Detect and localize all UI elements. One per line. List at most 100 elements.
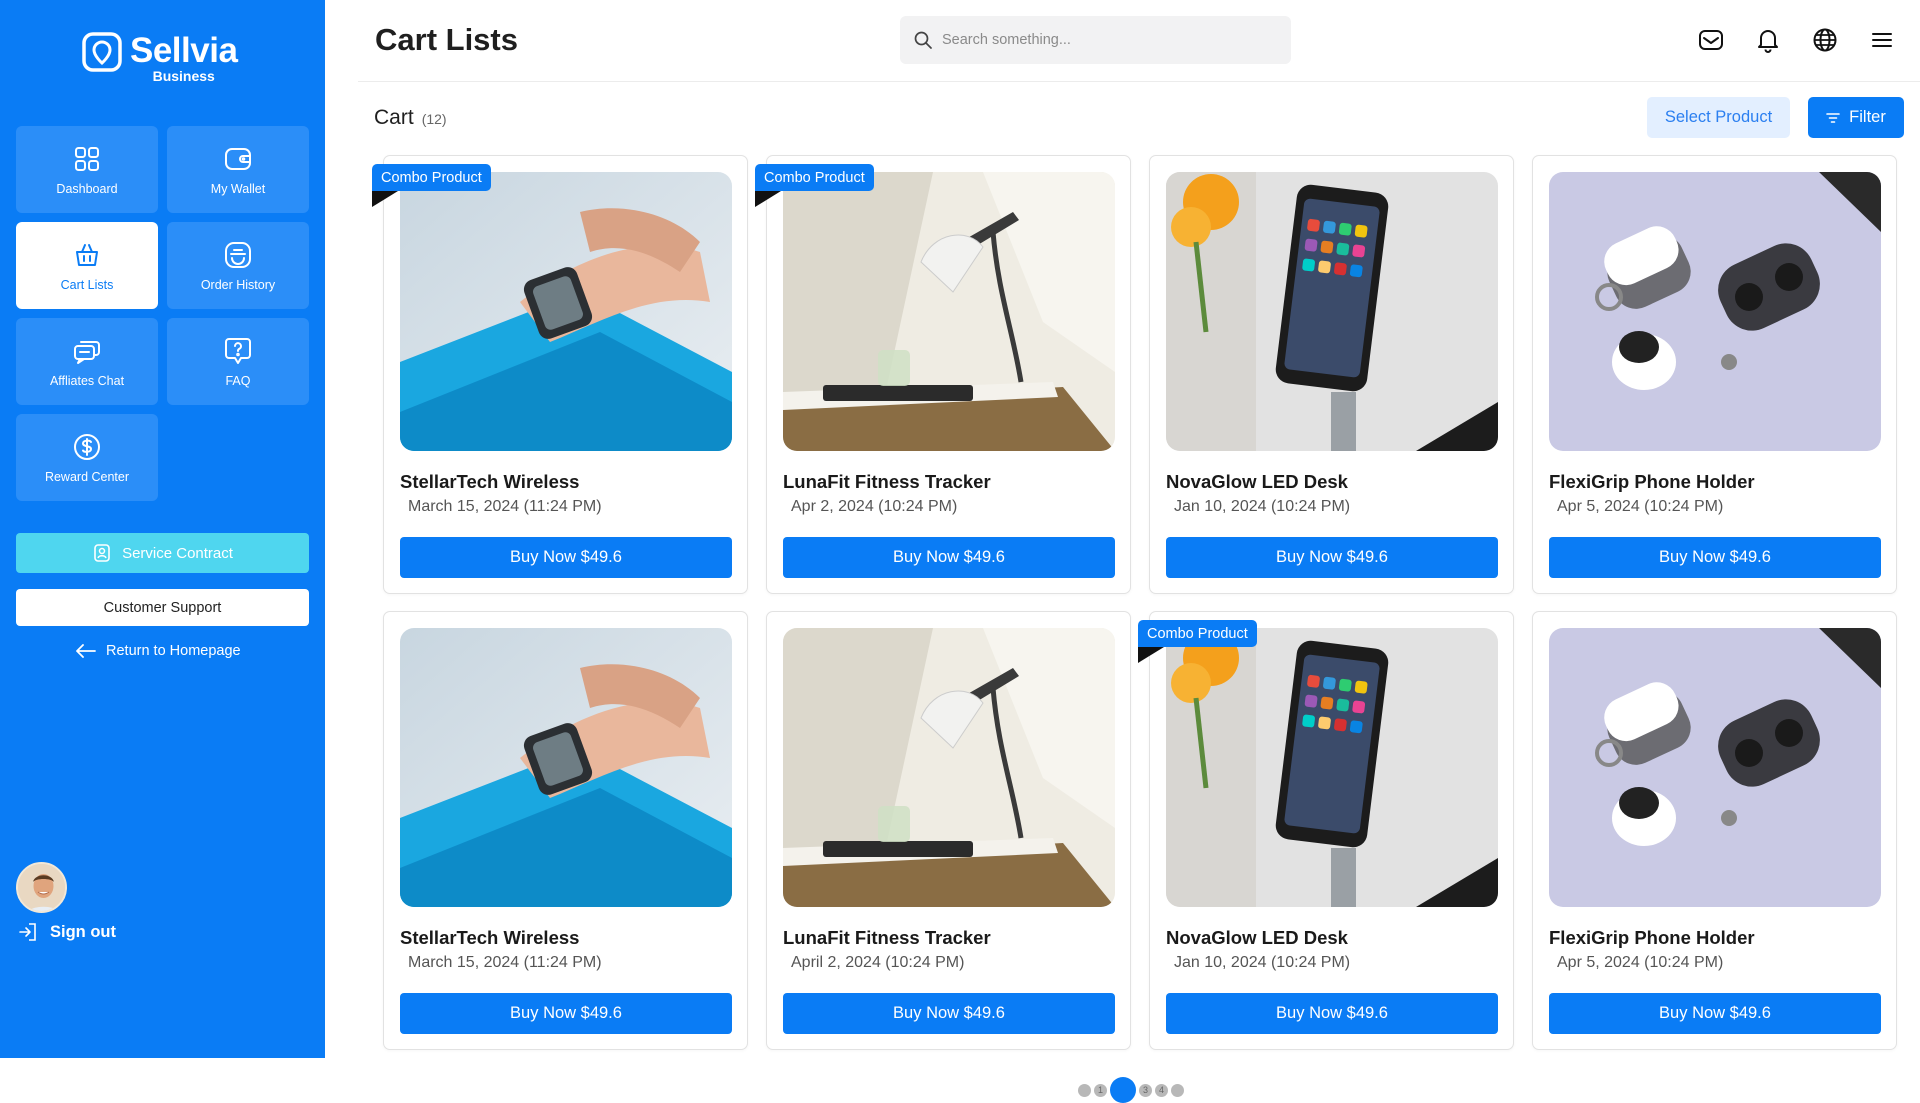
return-homepage-link[interactable]: Return to Homepage [76, 643, 241, 659]
sidebar-item-label: My Wallet [210, 181, 266, 196]
sign-out-label: Sign out [50, 922, 116, 941]
pagination: 1 34 [1078, 1077, 1184, 1103]
cart-section-title: Cart (12) [374, 106, 447, 130]
search-icon [914, 31, 932, 49]
product-card[interactable]: FlexiGrip Phone Holder Apr 5, 2024 (10:24… [1532, 611, 1897, 1050]
brand-name: Sellvia [130, 31, 238, 70]
product-photo [1166, 172, 1498, 451]
product-card[interactable]: LunaFit Fitness Tracker April 2, 2024 (10… [766, 611, 1131, 1050]
cart-count: (12) [421, 111, 447, 127]
sidebar-item-dashboard[interactable]: Dashboard [16, 126, 158, 213]
product-card[interactable]: Combo Product StellarTech Wireless March 1… [372, 155, 748, 594]
product-image[interactable] [400, 628, 732, 907]
product-date: Apr 2, 2024 (10:24 PM) [791, 498, 958, 515]
product-photo [783, 172, 1115, 451]
product-image[interactable] [1166, 628, 1498, 907]
product-name: NovaGlow LED Desk [1166, 927, 1348, 948]
avatar[interactable] [16, 862, 67, 913]
product-image[interactable] [783, 172, 1115, 451]
return-homepage-label: Return to Homepage [106, 643, 241, 659]
product-date: March 15, 2024 (11:24 PM) [408, 954, 602, 971]
buy-now-button[interactable]: Buy Now $49.6 [1166, 993, 1498, 1034]
product-name: FlexiGrip Phone Holder [1549, 927, 1755, 948]
brand-subtitle: Business [152, 68, 215, 84]
product-name: StellarTech Wireless [400, 927, 580, 948]
product-card[interactable]: Combo Product LunaFit Fitness Tracker Apr … [755, 155, 1131, 594]
page-3-button[interactable]: 3 [1139, 1083, 1152, 1097]
product-card[interactable]: Combo Product NovaGlow LED Desk Jan 10, 20… [1138, 611, 1514, 1050]
faq-icon [225, 337, 251, 364]
product-date: Jan 10, 2024 (10:24 PM) [1174, 498, 1351, 515]
product-card[interactable]: NovaGlow LED Desk Jan 10, 2024 (10:24 PM)… [1149, 155, 1514, 594]
combo-product-badge: Combo Product [372, 164, 491, 191]
buy-now-button[interactable]: Buy Now $49.6 [1549, 993, 1881, 1034]
select-product-button[interactable]: Select Product [1647, 97, 1790, 138]
page-dot[interactable] [1171, 1083, 1184, 1097]
buy-now-button[interactable]: Buy Now $49.6 [783, 537, 1115, 578]
product-image[interactable] [1166, 172, 1498, 451]
product-image[interactable] [783, 628, 1115, 907]
sidebar-item-label: FAQ [225, 373, 251, 388]
filter-icon [1826, 112, 1840, 123]
filter-button[interactable]: Filter [1808, 97, 1904, 138]
combo-product-badge: Combo Product [1138, 620, 1257, 647]
brand-logo[interactable]: Sellvia Business [82, 31, 238, 84]
product-name: LunaFit Fitness Tracker [783, 927, 991, 948]
product-date: Apr 5, 2024 (10:24 PM) [1557, 954, 1724, 971]
product-photo [1549, 628, 1881, 907]
customer-support-button[interactable]: Customer Support [16, 589, 309, 626]
search-input[interactable] [942, 32, 1272, 48]
product-image[interactable] [1549, 628, 1881, 907]
filter-label: Filter [1849, 108, 1886, 126]
sidebar-item-affliates-chat[interactable]: Affliates Chat [16, 318, 158, 405]
logo-icon [82, 32, 122, 72]
product-image[interactable] [1549, 172, 1881, 451]
sidebar-item-my-wallet[interactable]: My Wallet [167, 126, 309, 213]
search-bar[interactable] [900, 16, 1291, 64]
sidebar-item-reward-center[interactable]: Reward Center [16, 414, 158, 501]
buy-now-button[interactable]: Buy Now $49.6 [400, 537, 732, 578]
page-2-button[interactable] [1110, 1077, 1136, 1103]
product-card[interactable]: FlexiGrip Phone Holder Apr 5, 2024 (10:24… [1532, 155, 1897, 594]
chat-icon [74, 340, 100, 364]
product-date: April 2, 2024 (10:24 PM) [791, 954, 965, 971]
globe-icon[interactable] [1812, 27, 1838, 53]
buy-now-button[interactable]: Buy Now $49.6 [1549, 537, 1881, 578]
product-image[interactable] [400, 172, 732, 451]
sidebar-item-label: Reward Center [44, 469, 130, 484]
service-contract-label: Service Contract [122, 544, 233, 562]
sign-out-button[interactable]: Sign out [18, 922, 116, 942]
badge-fold [755, 191, 781, 207]
sidebar-item-order-history[interactable]: Order History [167, 222, 309, 309]
page-dot[interactable] [1078, 1083, 1091, 1097]
sidebar-item-label: Order History [200, 277, 276, 292]
wallet-icon [225, 147, 251, 170]
order-history-icon [225, 241, 251, 268]
sidebar-item-cart-lists[interactable]: Cart Lists [16, 222, 158, 309]
sidebar-item-label: Affliates Chat [49, 373, 125, 388]
service-contract-button[interactable]: Service Contract [16, 533, 309, 573]
product-date: March 15, 2024 (11:24 PM) [408, 498, 602, 515]
mail-icon[interactable] [1698, 27, 1724, 53]
menu-icon[interactable] [1869, 27, 1895, 53]
page-title: Cart Lists [375, 22, 518, 57]
buy-now-button[interactable]: Buy Now $49.6 [400, 993, 732, 1034]
product-name: LunaFit Fitness Tracker [783, 471, 991, 492]
page-4-button[interactable]: 4 [1155, 1083, 1168, 1097]
arrow-left-icon [76, 644, 96, 658]
bell-icon[interactable] [1755, 27, 1781, 53]
sidebar-item-label: Dashboard [56, 181, 118, 196]
product-photo [400, 628, 732, 907]
page-1-button[interactable]: 1 [1094, 1083, 1107, 1097]
combo-product-badge: Combo Product [755, 164, 874, 191]
product-date: Jan 10, 2024 (10:24 PM) [1174, 954, 1351, 971]
sidebar-item-faq[interactable]: FAQ [167, 318, 309, 405]
buy-now-button[interactable]: Buy Now $49.6 [783, 993, 1115, 1034]
customer-support-label: Customer Support [103, 599, 222, 616]
product-photo [400, 172, 732, 451]
grid-icon [75, 146, 99, 171]
product-photo [1166, 628, 1498, 907]
buy-now-button[interactable]: Buy Now $49.6 [1166, 537, 1498, 578]
product-date: Apr 5, 2024 (10:24 PM) [1557, 498, 1724, 515]
product-card[interactable]: StellarTech Wireless March 15, 2024 (11:2… [383, 611, 748, 1050]
